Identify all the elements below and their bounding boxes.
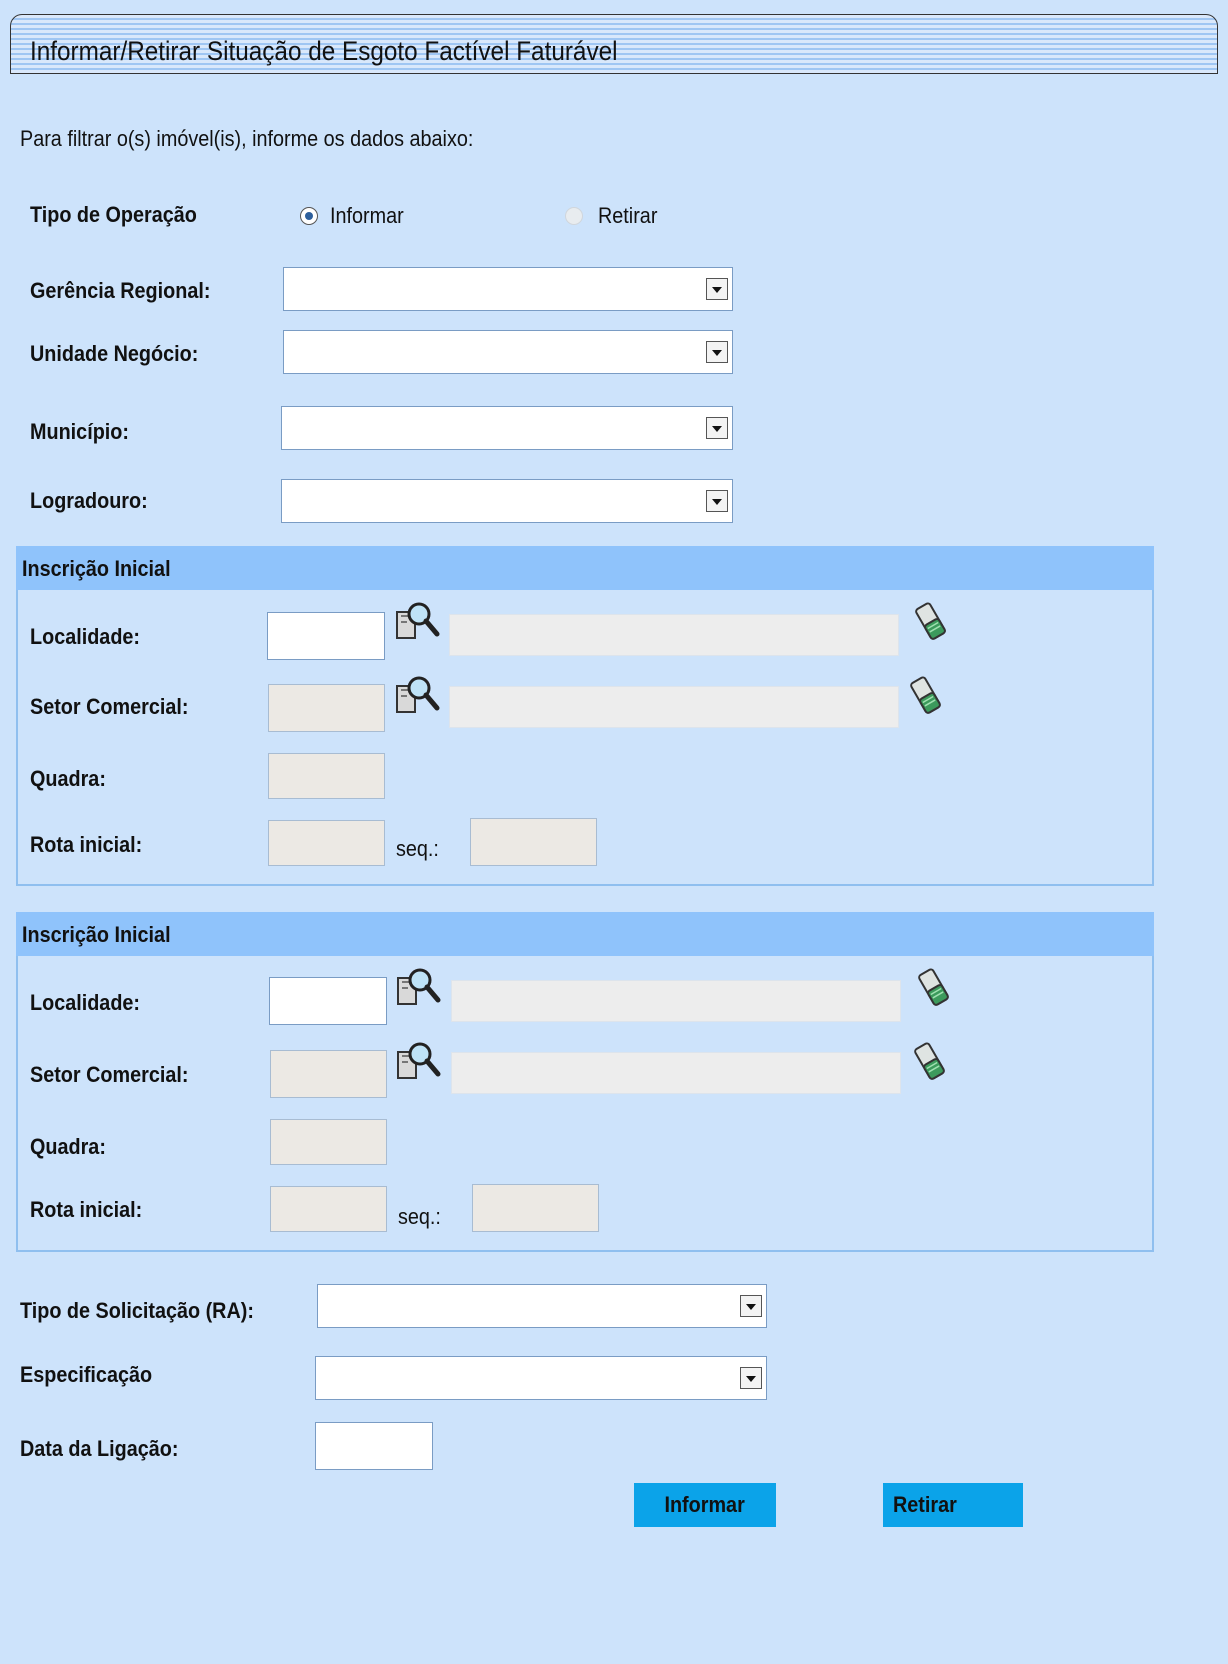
radio-retirar-label: Retirar <box>598 203 658 228</box>
rota-inicial-label: Rota inicial: <box>30 832 143 857</box>
chevron-down-icon[interactable] <box>706 490 728 512</box>
localidade-description <box>451 980 901 1022</box>
eraser-icon[interactable] <box>907 598 955 646</box>
magnifier-document-icon[interactable] <box>393 598 441 646</box>
operation-type-label: Tipo de Operação <box>30 202 197 227</box>
radio-informar[interactable] <box>300 207 318 225</box>
tipo-solicitacao-select[interactable] <box>317 1284 767 1328</box>
chevron-down-icon[interactable] <box>706 417 728 439</box>
chevron-down-icon[interactable] <box>706 341 728 363</box>
section-2-title: Inscrição Inicial <box>22 922 171 947</box>
filter-instructions: Para filtrar o(s) imóvel(is), informe os… <box>20 126 474 151</box>
logradouro-select[interactable] <box>281 479 733 523</box>
setor-comercial-code-input[interactable] <box>270 1050 387 1098</box>
retirar-button[interactable]: Retirar <box>883 1483 1023 1527</box>
eraser-icon[interactable] <box>910 964 958 1012</box>
especificacao-label: Especificação <box>20 1362 153 1387</box>
retirar-button-label: Retirar <box>893 1492 957 1517</box>
quadra-label: Quadra: <box>30 766 106 791</box>
unidade-negocio-select[interactable] <box>283 330 733 374</box>
informar-button[interactable]: Informar <box>634 1483 776 1527</box>
eraser-icon[interactable] <box>902 672 950 720</box>
localidade-description <box>449 614 899 656</box>
informar-button-label: Informar <box>664 1492 746 1517</box>
magnifier-document-icon[interactable] <box>394 964 442 1012</box>
localidade-code-input[interactable] <box>267 612 385 660</box>
setor-comercial-label: Setor Comercial: <box>30 694 189 719</box>
setor-comercial-code-input[interactable] <box>268 684 385 732</box>
data-ligacao-label: Data da Ligação: <box>20 1436 179 1461</box>
chevron-down-icon[interactable] <box>706 278 728 300</box>
setor-comercial-description <box>451 1052 901 1094</box>
seq-input[interactable] <box>472 1184 599 1232</box>
rota-inicial-input[interactable] <box>268 820 385 866</box>
magnifier-document-icon[interactable] <box>393 672 441 720</box>
chevron-down-icon[interactable] <box>740 1367 762 1389</box>
quadra-label: Quadra: <box>30 1134 106 1159</box>
seq-input[interactable] <box>470 818 597 866</box>
page-title: Informar/Retirar Situação de Esgoto Fact… <box>30 36 618 66</box>
section-1-title: Inscrição Inicial <box>22 556 171 581</box>
radio-retirar[interactable] <box>565 207 583 225</box>
especificacao-select[interactable] <box>315 1356 767 1400</box>
unidade-negocio-label: Unidade Negócio: <box>30 341 199 366</box>
section-2-header <box>16 912 1154 956</box>
data-ligacao-input[interactable] <box>315 1422 433 1470</box>
seq-label: seq.: <box>396 836 439 861</box>
quadra-input[interactable] <box>268 753 385 799</box>
quadra-input[interactable] <box>270 1119 387 1165</box>
magnifier-document-icon[interactable] <box>394 1038 442 1086</box>
localidade-code-input[interactable] <box>269 977 387 1025</box>
seq-label: seq.: <box>398 1204 441 1229</box>
rota-inicial-label: Rota inicial: <box>30 1197 143 1222</box>
gerencia-regional-select[interactable] <box>283 267 733 311</box>
gerencia-regional-label: Gerência Regional: <box>30 278 211 303</box>
radio-informar-label: Informar <box>330 203 404 228</box>
setor-comercial-label: Setor Comercial: <box>30 1062 189 1087</box>
localidade-label: Localidade: <box>30 624 141 649</box>
municipio-label: Município: <box>30 419 129 444</box>
section-1-header <box>16 546 1154 590</box>
tipo-solicitacao-label: Tipo de Solicitação (RA): <box>20 1298 254 1323</box>
chevron-down-icon[interactable] <box>740 1295 762 1317</box>
localidade-label: Localidade: <box>30 990 141 1015</box>
rota-inicial-input[interactable] <box>270 1186 387 1232</box>
logradouro-label: Logradouro: <box>30 488 148 513</box>
eraser-icon[interactable] <box>906 1038 954 1086</box>
setor-comercial-description <box>449 686 899 728</box>
municipio-select[interactable] <box>281 406 733 450</box>
